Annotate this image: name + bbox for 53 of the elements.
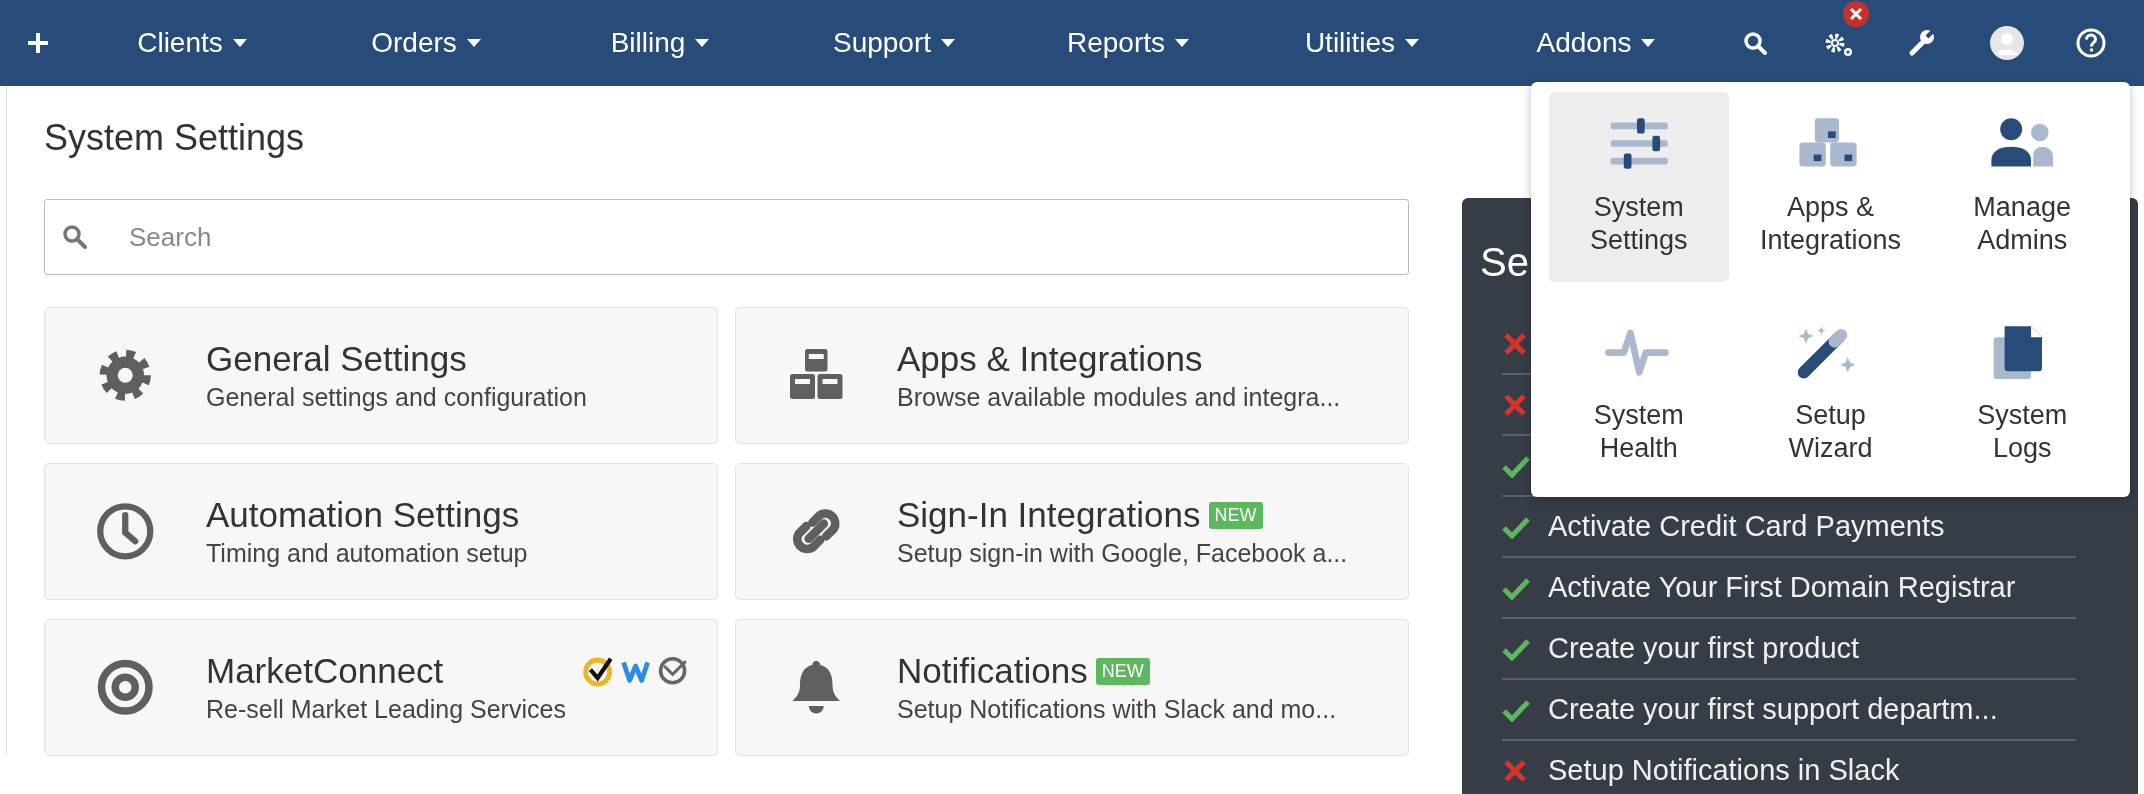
nav-menu-item[interactable]: Addons [1479,27,1713,59]
settings-card[interactable]: MarketConnect Re-sell Market Leading Services [44,619,718,756]
card-description: Setup Notifications with Slack and mo... [897,695,1338,724]
card-title: Automation Settings [206,495,520,535]
page-title: System Settings [44,116,306,160]
caret-icon [1641,39,1656,47]
nav-menu-item[interactable]: Orders [309,27,543,59]
nav-menu-item[interactable]: Support [777,27,1011,59]
caret-icon [695,39,710,47]
settings-card[interactable]: Automation Settings Timing and automation setup [44,463,718,600]
task-label[interactable]: Activate Credit Card Payments [1548,510,1945,543]
nav-menu-item[interactable]: Reports [1011,27,1245,59]
card-description: Re-sell Market Leading Services [206,695,567,724]
menu-item[interactable]: Setup Wizard [1740,300,1921,490]
task-label[interactable]: Create your first support departm... [1548,693,1998,726]
nav-menu-item[interactable]: Clients [75,27,309,59]
new-badge: NEW [1208,501,1263,529]
menu-item[interactable]: System Settings [1549,92,1729,282]
new-badge: NEW [1095,657,1150,685]
card-description: Setup sign-in with Google, Facebook a... [897,539,1349,568]
card-title: Notifications [897,651,1088,691]
help-icon[interactable] [2076,28,2106,58]
task-label[interactable]: Setup Notifications in Slack [1548,754,1900,787]
caret-icon [1405,39,1420,47]
caret-icon [1175,39,1189,47]
nav-menu-item[interactable]: Utilities [1245,27,1479,59]
settings-card[interactable]: General Settings General settings and configuration [44,307,718,444]
menu-item[interactable]: Apps & Integrations [1740,92,1921,282]
search-icon [62,224,88,250]
card-description: Timing and automation setup [206,539,529,568]
card-title: MarketConnect [206,651,444,691]
settings-card[interactable]: Sign-In Integrations NEW Setup sign-in with Google, Facebook a... [735,463,1409,600]
task-label[interactable]: Activate Your First Domain Registrar [1548,571,2016,604]
card-title: Sign-In Integrations [897,495,1201,535]
card-description: Browse available modules and integra... [897,383,1342,412]
caret-icon [941,39,956,47]
nav-menu-item[interactable]: Billing [543,27,777,59]
card-title: General Settings [206,339,467,379]
settings-card[interactable]: Apps & Integrations Browse available modules and integra... [735,307,1409,444]
plus-icon[interactable] [25,31,50,55]
search-icon[interactable] [1742,30,1768,56]
settings-card[interactable]: Notifications NEW Setup Notifications with Slack and mo... [735,619,1409,756]
search-field[interactable]: Search [44,199,1409,275]
menu-item[interactable]: System Health [1549,300,1729,490]
task-label[interactable]: Create your first product [1548,632,1860,665]
avatar-icon[interactable] [1990,26,2024,60]
card-title: Apps & Integrations [897,339,1203,379]
caret-icon [232,39,247,47]
card-description: General settings and configuration [206,383,588,412]
panel-title: Se [1480,239,1529,285]
menu-item[interactable]: System Logs [1932,300,2112,490]
menu-item[interactable]: Manage Admins [1932,92,2112,282]
caret-icon [466,39,481,47]
